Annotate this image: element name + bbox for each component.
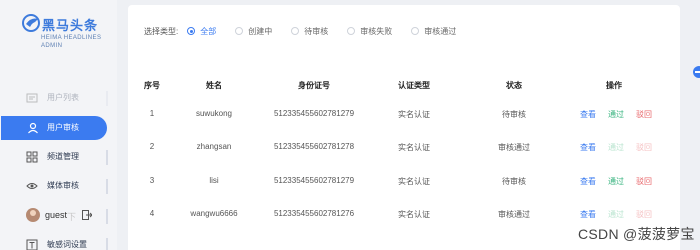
sidebar-item-user-list[interactable]: 用户列表 (0, 86, 108, 110)
row-type: 实名认证 (398, 177, 430, 186)
user-name: guest (45, 210, 68, 220)
filter-label: 选择类型: (144, 26, 179, 36)
reject-link: 驳回 (636, 143, 652, 152)
row-name: zhangsan (196, 142, 232, 151)
row-status: 待审核 (502, 177, 526, 186)
brand-logo[interactable]: 黑马头条 HEIMA HEADLINES ADMIN (22, 12, 112, 52)
row-id-number: 512335455602781278 (273, 142, 355, 151)
sidebar-item-label: 频道管理 (47, 152, 79, 161)
nav-divider (106, 209, 108, 224)
audit-card: 选择类型: 全部 创建中 待审核 审核失败 审核通过 序号 姓名 身份证号 认证… (128, 5, 680, 250)
filter-option-pending[interactable]: 待审核 (291, 26, 328, 37)
row-status: 审核通过 (498, 210, 530, 219)
row-name: lisi (209, 176, 219, 185)
row-status: 审核通过 (498, 143, 530, 152)
reject-link[interactable]: 驳回 (636, 176, 652, 187)
nav-divider (106, 179, 108, 194)
row-name: suwukong (195, 109, 233, 118)
type-filter: 选择类型: 全部 创建中 待审核 审核失败 审核通过 (144, 25, 475, 37)
user-list-icon (26, 93, 38, 103)
header-type: 认证类型 (398, 81, 430, 90)
row-type: 实名认证 (398, 210, 430, 219)
sidebar-item-label: 用户审核 (47, 123, 79, 132)
pass-link[interactable]: 通过 (608, 109, 624, 120)
pass-link: 通过 (608, 143, 624, 152)
row-name: wangwu6666 (190, 209, 238, 218)
radio-dot (187, 27, 196, 35)
header-name: 姓名 (206, 81, 222, 90)
filter-option-failed[interactable]: 审核失败 (347, 26, 392, 37)
view-link[interactable]: 查看 (580, 109, 596, 120)
text-icon (26, 239, 38, 250)
header-id-number: 身份证号 (298, 81, 330, 90)
brand-subtitle: HEIMA HEADLINES ADMIN (41, 35, 102, 49)
reject-link[interactable]: 驳回 (636, 109, 652, 120)
pass-link[interactable]: 通过 (608, 176, 624, 187)
sidebar-item-label: 媒体审核 (47, 181, 79, 190)
nav-divider (106, 150, 108, 165)
grid-icon (26, 151, 38, 163)
header-actions: 操作 (606, 81, 622, 90)
row-actions: 查看 通过 驳回 (580, 176, 652, 187)
view-link[interactable]: 查看 (580, 142, 596, 153)
user-name-ghost: 下 (67, 212, 77, 222)
logout-icon[interactable] (82, 210, 92, 220)
sidebar-item-user-audit[interactable]: 用户审核 (1, 116, 107, 140)
filter-option-passed[interactable]: 审核通过 (411, 26, 456, 37)
row-index: 3 (149, 176, 155, 185)
watermark: CSDN @菠菠萝宝 (578, 226, 695, 242)
header-index: 序号 (144, 81, 160, 90)
nav-divider (106, 238, 108, 250)
row-index: 1 (149, 109, 155, 118)
filter-option-all[interactable]: 全部 (187, 26, 216, 37)
avatar[interactable] (26, 208, 40, 222)
row-actions: 查看 通过 驳回 (580, 109, 652, 120)
user-panel: guest 下 (0, 206, 108, 226)
user-audit-icon (28, 122, 38, 134)
radio-dot (291, 27, 300, 35)
sidebar-item-media-audit[interactable]: 媒体审核 (0, 174, 108, 198)
horse-logo-icon (22, 14, 40, 32)
radio-dot (411, 27, 420, 35)
radio-dot (235, 27, 244, 35)
row-index: 2 (149, 142, 155, 151)
reject-link: 驳回 (636, 210, 652, 219)
row-type: 实名认证 (398, 110, 430, 119)
pass-link: 通过 (608, 210, 624, 219)
row-status: 待审核 (502, 110, 526, 119)
sidebar: 黑马头条 HEIMA HEADLINES ADMIN 用户列表 用户审核 频道管… (0, 0, 117, 250)
header-status: 状态 (506, 81, 522, 90)
row-actions: 查看 通过 驳回 (580, 142, 652, 153)
view-link[interactable]: 查看 (580, 176, 596, 187)
row-index: 4 (149, 209, 155, 218)
row-actions: 查看 通过 驳回 (580, 209, 652, 220)
scroll-handle-icon[interactable] (690, 64, 700, 80)
row-type: 实名认证 (398, 143, 430, 152)
media-icon (26, 183, 38, 189)
filter-option-creating[interactable]: 创建中 (235, 26, 272, 37)
view-link[interactable]: 查看 (580, 209, 596, 220)
sidebar-item-sensitive-words[interactable]: 敏感词设置 (0, 233, 108, 250)
nav-divider (106, 91, 108, 106)
sidebar-item-label: 用户列表 (47, 93, 79, 102)
sidebar-item-channel[interactable]: 频道管理 (0, 145, 108, 169)
brand-title: 黑马头条 (42, 18, 99, 33)
row-id-number: 512335455602781279 (273, 109, 355, 118)
row-id-number: 512335455602781279 (273, 176, 355, 185)
radio-dot (347, 27, 356, 35)
sidebar-item-label: 敏感词设置 (47, 240, 87, 249)
row-id-number: 512335455602781276 (273, 209, 355, 218)
